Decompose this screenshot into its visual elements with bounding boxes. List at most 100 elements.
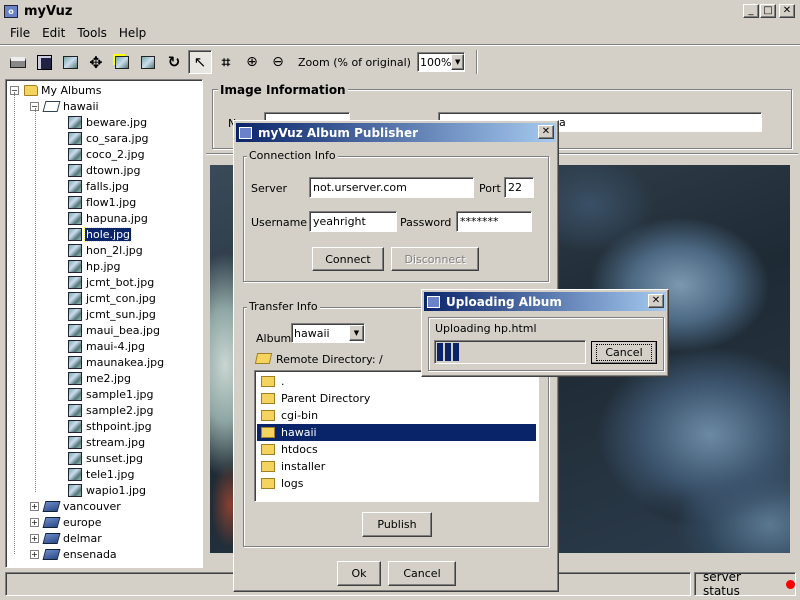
publisher-close-button[interactable]: ✕ [538, 125, 554, 139]
password-input[interactable]: ******* [456, 211, 532, 232]
add-image-icon[interactable] [136, 50, 160, 74]
image-file-icon [68, 243, 82, 257]
tree-file-item[interactable]: jcmt_con.jpg [68, 290, 157, 306]
tree-guide-line [35, 108, 36, 492]
move-icon[interactable]: ✥ [84, 50, 108, 74]
tree-expand-icon[interactable]: + [30, 533, 39, 543]
album-chevron-down-icon[interactable]: ▼ [349, 325, 364, 341]
remote-directory-list[interactable]: . Parent Directory cgi-bin hawaii htdocs inst… [254, 370, 539, 502]
tree-guide-line [14, 92, 15, 554]
tree-file-item[interactable]: maui-4.jpg [68, 338, 146, 354]
album-select-value: hawaii [294, 326, 330, 340]
directory-item[interactable]: cgi-bin [257, 407, 536, 424]
upload-title-bar[interactable]: Uploading Album [424, 292, 666, 311]
tree-file-item[interactable]: jcmt_sun.jpg [68, 306, 157, 322]
crop-icon[interactable]: ⌗ [214, 50, 238, 74]
menu-file[interactable]: File [4, 24, 36, 42]
port-input[interactable]: 22 [504, 177, 534, 198]
directory-item[interactable]: installer [257, 458, 536, 475]
directory-item[interactable]: Parent Directory [257, 390, 536, 407]
tree-file-item[interactable]: hapuna.jpg [68, 210, 149, 226]
publish-button[interactable]: Publish [362, 512, 432, 537]
zoom-label: Zoom (% of original) [298, 55, 411, 69]
tree-file-item[interactable]: falls.jpg [68, 178, 130, 194]
server-input[interactable]: not.urserver.com [309, 177, 474, 198]
rotate-icon[interactable]: ↻ [162, 50, 186, 74]
tree-file-item[interactable]: jcmt_bot.jpg [68, 274, 155, 290]
tree-album-item[interactable]: + delmar [30, 530, 102, 546]
tree-file-item[interactable]: coco_2.jpg [68, 146, 146, 162]
image-file-icon [68, 275, 82, 289]
connect-button[interactable]: Connect [312, 247, 384, 271]
image-properties-icon[interactable] [58, 50, 82, 74]
directory-item[interactable]: hawaii [257, 424, 536, 441]
tree-album-item[interactable]: + europe [30, 514, 102, 530]
upload-progress-fill [437, 343, 459, 361]
main-title-bar[interactable]: o myVuz [0, 0, 800, 22]
album-select[interactable]: hawaii ▼ [291, 323, 365, 343]
tree-root[interactable]: − My Albums [10, 82, 101, 98]
publisher-title-bar[interactable]: myVuz Album Publisher [236, 123, 556, 142]
tree-file-item[interactable]: tele1.jpg [68, 466, 135, 482]
menu-tools[interactable]: Tools [71, 24, 113, 42]
tree-root-label: My Albums [41, 83, 102, 97]
username-value: yeahright [313, 215, 366, 228]
tree-file-item[interactable]: hole.jpg [68, 226, 133, 242]
publisher-cancel-label: Cancel [403, 567, 441, 580]
tree-file-label: maui_bea.jpg [86, 323, 160, 337]
zoom-in-icon[interactable]: ⊕ [240, 50, 264, 74]
password-value: ******* [460, 215, 499, 228]
tree-album-item[interactable]: + vancouver [30, 498, 121, 514]
zoom-out-icon[interactable]: ⊖ [266, 50, 290, 74]
image-file-icon [68, 387, 82, 401]
close-button[interactable]: ✕ [779, 4, 795, 18]
tree-file-item[interactable]: dtown.jpg [68, 162, 142, 178]
tree-file-item[interactable]: hon_2l.jpg [68, 242, 144, 258]
tree-expand-icon[interactable]: + [30, 549, 39, 559]
tree-file-label: jcmt_bot.jpg [86, 275, 155, 289]
upload-cancel-button[interactable]: Cancel [591, 341, 657, 364]
ok-button[interactable]: Ok [337, 561, 381, 586]
album-tree[interactable]: − My Albums − hawaii beware.jpg co_sara.jpg co… [5, 79, 203, 568]
app-icon: o [4, 4, 18, 18]
zoom-value: 100% [419, 55, 452, 69]
menu-edit[interactable]: Edit [36, 24, 71, 42]
tree-file-item[interactable]: sunset.jpg [68, 450, 144, 466]
tree-file-item[interactable]: maunakea.jpg [68, 354, 165, 370]
disconnect-button[interactable]: Disconnect [391, 247, 479, 271]
tree-expand-icon[interactable]: + [30, 517, 39, 527]
username-input[interactable]: yeahright [309, 211, 397, 232]
tree-file-item[interactable]: co_sara.jpg [68, 130, 150, 146]
image-file-icon [68, 323, 82, 337]
image-file-icon [68, 179, 82, 193]
directory-item[interactable]: logs [257, 475, 536, 492]
tree-file-item[interactable]: maui_bea.jpg [68, 322, 161, 338]
ok-label: Ok [351, 567, 367, 580]
tree-file-label: sample2.jpg [86, 403, 154, 417]
tree-album-item[interactable]: + ensenada [30, 546, 117, 562]
upload-dialog: Uploading Album ✕ Uploading hp.html Canc… [421, 289, 669, 377]
minimize-button[interactable]: _ [743, 4, 759, 18]
tree-album-open[interactable]: − hawaii [30, 98, 99, 114]
tree-file-item[interactable]: hp.jpg [68, 258, 121, 274]
tree-file-item[interactable]: sample2.jpg [68, 402, 155, 418]
tree-file-item[interactable]: beware.jpg [68, 114, 148, 130]
chevron-down-icon[interactable]: ▼ [451, 54, 464, 70]
select-pointer-icon[interactable]: ↖ [188, 50, 212, 74]
tree-file-item[interactable]: stream.jpg [68, 434, 146, 450]
tree-expand-icon[interactable]: + [30, 501, 39, 511]
save-icon[interactable] [32, 50, 56, 74]
tree-file-item[interactable]: wapio1.jpg [68, 482, 147, 498]
maximize-button[interactable]: □ [760, 4, 776, 18]
menu-help[interactable]: Help [113, 24, 152, 42]
tree-file-item[interactable]: me2.jpg [68, 370, 132, 386]
print-icon[interactable] [6, 50, 30, 74]
publisher-cancel-button[interactable]: Cancel [388, 561, 456, 586]
tree-file-item[interactable]: flow1.jpg [68, 194, 137, 210]
directory-item[interactable]: htdocs [257, 441, 536, 458]
zoom-select[interactable]: 100% ▼ [416, 52, 465, 72]
tree-file-item[interactable]: sample1.jpg [68, 386, 155, 402]
tree-file-item[interactable]: sthpoint.jpg [68, 418, 153, 434]
new-image-icon[interactable] [110, 50, 134, 74]
upload-close-button[interactable]: ✕ [648, 294, 664, 308]
